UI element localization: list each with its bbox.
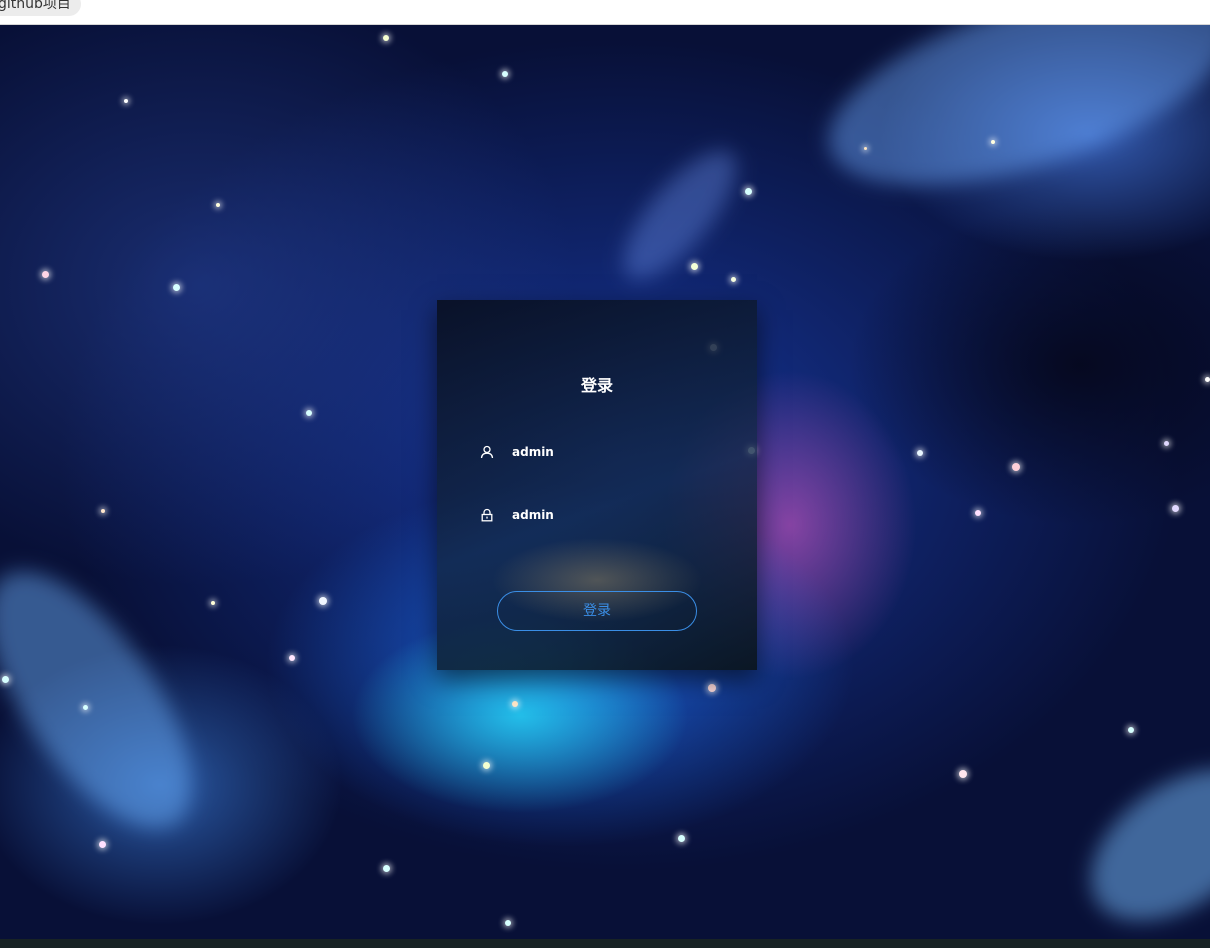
login-panel: 登录 登录	[437, 300, 757, 670]
star	[42, 271, 49, 278]
star	[745, 188, 752, 195]
bottom-strip	[0, 939, 1210, 948]
username-field[interactable]	[479, 440, 719, 464]
star	[319, 597, 327, 605]
nebula-arm	[605, 134, 755, 296]
password-input[interactable]	[512, 508, 712, 522]
star	[864, 147, 867, 150]
star	[917, 450, 923, 456]
star	[991, 140, 995, 144]
star	[512, 701, 518, 707]
star	[101, 509, 105, 513]
star	[99, 841, 106, 848]
star	[211, 601, 215, 605]
star	[708, 684, 716, 692]
star	[1172, 505, 1179, 512]
star	[173, 284, 180, 291]
star	[306, 410, 312, 416]
login-title: 登录	[580, 376, 613, 395]
star	[1164, 441, 1169, 446]
star	[383, 865, 390, 872]
login-button[interactable]: 登录	[497, 591, 697, 631]
star	[691, 263, 698, 270]
star	[678, 835, 685, 842]
star	[289, 655, 295, 661]
star	[216, 203, 220, 207]
star	[383, 35, 389, 41]
username-input[interactable]	[512, 445, 712, 459]
star	[975, 510, 981, 516]
browser-bookmark-bar: github项目	[0, 0, 1210, 25]
nebula-arm	[805, 25, 1210, 226]
nebula-arm	[1063, 738, 1210, 939]
star	[502, 71, 508, 77]
nebula-arm	[0, 539, 230, 861]
user-icon	[479, 444, 495, 460]
star	[2, 676, 9, 683]
star	[483, 762, 490, 769]
star	[731, 277, 736, 282]
star	[83, 705, 88, 710]
star	[1012, 463, 1020, 471]
star	[959, 770, 967, 778]
bookmark-github-project[interactable]: github项目	[0, 0, 81, 16]
star	[505, 920, 511, 926]
star	[1205, 377, 1210, 382]
lock-icon	[479, 507, 495, 523]
star	[1128, 727, 1134, 733]
password-field[interactable]	[479, 503, 719, 527]
star	[124, 99, 128, 103]
